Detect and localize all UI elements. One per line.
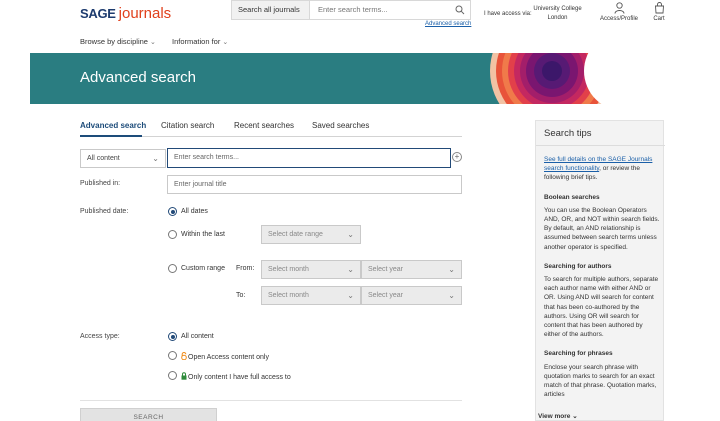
cart-button[interactable]: Cart <box>649 2 669 22</box>
header-search-input[interactable]: Enter search terms... <box>310 0 471 20</box>
tab-saved-searches[interactable]: Saved searches <box>312 121 369 130</box>
search-tips-body: See full details on the SAGE Journals se… <box>544 155 660 401</box>
from-month-select[interactable]: Select month ⌄ <box>261 260 361 279</box>
chevron-down-icon: ⌄ <box>347 265 354 274</box>
tips-heading-phrases: Searching for phrases <box>544 350 613 358</box>
user-icon <box>614 2 624 14</box>
search-terms-input[interactable]: Enter search terms... <box>167 148 451 168</box>
full-access-label: Only content I have full access to <box>181 372 291 381</box>
radio-all-dates[interactable] <box>168 207 177 216</box>
chevron-down-icon: ⌄ <box>448 265 455 274</box>
search-scope-select[interactable]: Search all journals <box>231 0 310 20</box>
nav-information-for[interactable]: Information for ⌄ <box>172 37 228 46</box>
advanced-search-link[interactable]: Advanced search <box>425 21 471 27</box>
institution-name[interactable]: University College London <box>530 5 585 23</box>
search-icon[interactable] <box>455 5 465 15</box>
chevron-down-icon: ⌄ <box>347 230 354 239</box>
chevron-down-icon: ⌄ <box>222 39 229 46</box>
chevron-down-icon: ⌄ <box>448 291 455 300</box>
account-button[interactable]: Access/Profile <box>598 2 640 22</box>
tips-intro: See full details on the SAGE Journals se… <box>544 156 653 182</box>
radio-all-content[interactable] <box>168 332 177 341</box>
date-range-select[interactable]: Select date range ⌄ <box>261 225 361 244</box>
to-month-select[interactable]: Select month ⌄ <box>261 286 361 305</box>
tips-text-authors: To search for multiple authors, separate… <box>544 276 659 339</box>
all-content-label: All content <box>181 333 214 340</box>
chevron-down-icon: ⌄ <box>149 39 156 46</box>
add-row-icon[interactable]: + <box>452 152 462 162</box>
logo-brand: SAGE <box>80 6 116 21</box>
tips-text-phrases: Enclose your search phrase with quotatio… <box>544 363 657 399</box>
tab-advanced-search[interactable]: Advanced search <box>80 121 146 130</box>
main-nav: Browse by discipline ⌄ Information for ⌄ <box>0 33 720 51</box>
within-the-last-label: Within the last <box>181 231 225 238</box>
access-type-label: Access type: <box>80 333 120 340</box>
published-in-label: Published in: <box>80 180 121 187</box>
published-date-label: Published date: <box>80 208 129 215</box>
form-divider <box>80 400 462 401</box>
active-tab-indicator <box>80 135 142 137</box>
page-banner: Advanced search <box>30 53 714 104</box>
account-label: Access/Profile <box>599 16 638 22</box>
lock-icon <box>181 372 187 380</box>
chevron-down-icon: ⌄ <box>152 154 159 163</box>
tips-heading-authors: Searching for authors <box>544 262 612 270</box>
nav-browse-by-discipline[interactable]: Browse by discipline ⌄ <box>80 37 156 46</box>
tab-recent-searches[interactable]: Recent searches <box>234 121 294 130</box>
tips-divider <box>536 145 665 146</box>
search-button[interactable]: SEARCH <box>80 408 217 421</box>
radio-within-the-last[interactable] <box>168 230 177 239</box>
page-title: Advanced search <box>80 69 196 86</box>
access-via-label: I have access via: <box>484 11 532 17</box>
journal-title-input[interactable]: Enter journal title <box>167 175 462 194</box>
tab-citation-search[interactable]: Citation search <box>161 121 214 130</box>
chevron-down-icon: ⌄ <box>347 291 354 300</box>
from-year-select[interactable]: Select year ⌄ <box>361 260 462 279</box>
from-label: From: <box>236 265 255 272</box>
cart-icon <box>654 2 664 14</box>
to-label: To: <box>236 292 246 299</box>
sage-journals-logo[interactable]: SAGE journals <box>80 5 171 22</box>
radio-open-access[interactable] <box>168 351 177 360</box>
open-access-label: Open Access content only <box>181 352 269 361</box>
tips-heading-boolean: Boolean searches <box>544 193 600 201</box>
tips-text-boolean: You can use the Boolean Operators AND, O… <box>544 206 660 251</box>
to-year-select[interactable]: Select year ⌄ <box>361 286 462 305</box>
search-tabs: Advanced search Citation search Recent s… <box>80 121 462 137</box>
site-header: SAGE journals Search all journals Enter … <box>0 0 720 31</box>
decorative-circles-graphic <box>490 53 714 104</box>
radio-custom-range[interactable] <box>168 264 177 273</box>
search-tips-panel: Search tips See full details on the SAGE… <box>535 120 665 421</box>
all-dates-label: All dates <box>181 208 208 215</box>
radio-full-access[interactable] <box>168 371 177 380</box>
cart-label: Cart <box>653 16 665 22</box>
view-more-link[interactable]: View more ⌄ <box>538 412 578 420</box>
open-access-lock-icon <box>181 352 187 360</box>
logo-product: journals <box>118 5 172 22</box>
field-select[interactable]: All content ⌄ <box>80 149 166 168</box>
search-tips-title: Search tips <box>544 128 592 139</box>
custom-range-label: Custom range <box>181 265 225 272</box>
header-search-placeholder: Enter search terms... <box>318 5 388 14</box>
chevron-down-icon: ⌄ <box>572 413 578 420</box>
